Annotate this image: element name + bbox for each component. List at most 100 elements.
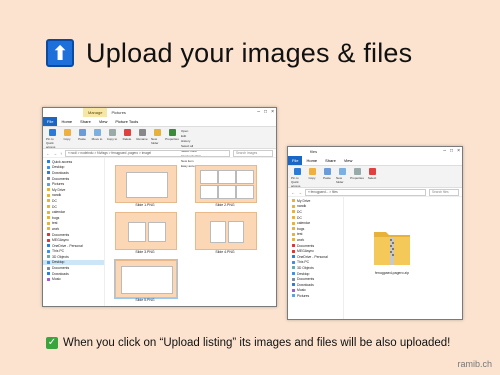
ribbon-button[interactable]: Pin to Quick access	[291, 168, 303, 188]
ribbon-button-label: Copy to	[106, 137, 118, 141]
page-title: Upload your images & files	[86, 37, 413, 68]
thumbnail-caption: Slide 5.PNG	[135, 298, 155, 302]
back-icon[interactable]: ←	[46, 151, 50, 156]
navigation-pane: My Drive nandk DC DC calendar bugs test work Doc…	[288, 196, 344, 319]
image-thumbnail[interactable]	[115, 212, 177, 250]
explorer-window-images: Manage Pictures – □ × File Home Share View Pic…	[42, 107, 277, 307]
ribbon-icon	[153, 129, 161, 136]
address-input[interactable]: « fenugpaed... > files	[305, 188, 426, 196]
sidebar-item-label: Desktop	[52, 165, 65, 170]
ribbon-button[interactable]: Properties	[165, 129, 179, 141]
minimize-icon[interactable]: –	[443, 147, 446, 156]
sidebar-item-label: MEGAsync	[52, 238, 69, 243]
folder-icon	[47, 188, 50, 192]
ribbon-small-item[interactable]: Open	[181, 129, 201, 133]
ribbon-button[interactable]: Properties	[350, 168, 364, 180]
ribbon-small-item[interactable]: History	[181, 139, 201, 143]
sidebar-item[interactable]: Pictures	[288, 293, 343, 299]
image-thumbnail[interactable]	[115, 165, 177, 203]
ribbon-small-item[interactable]: Edit	[181, 134, 201, 138]
sidebar-item-label: DC	[52, 204, 57, 209]
sidebar-item-label: Documents	[52, 176, 70, 181]
tab-share[interactable]: Share	[321, 158, 340, 163]
folder-icon	[292, 204, 295, 208]
window-title: files	[310, 149, 318, 154]
context-tab-manage[interactable]: Manage	[83, 108, 108, 117]
ribbon-button[interactable]: Delete	[121, 129, 133, 141]
ribbon-button[interactable]: Copy	[61, 129, 73, 141]
folder-icon	[292, 283, 295, 287]
folder-icon	[47, 193, 50, 197]
ribbon-icon	[338, 168, 346, 175]
zip-folder-icon[interactable]	[372, 226, 412, 268]
tab-share[interactable]: Share	[76, 119, 95, 124]
close-icon[interactable]: ×	[457, 147, 460, 156]
folder-icon	[47, 266, 50, 270]
ribbon-small-item[interactable]: Select all	[181, 144, 201, 148]
image-thumbnail[interactable]	[195, 165, 257, 203]
ribbon-button-label: Copy	[63, 137, 71, 141]
window-controls[interactable]: – □ ×	[257, 108, 274, 117]
ribbon-icon	[78, 129, 86, 136]
maximize-icon[interactable]: □	[450, 147, 453, 156]
ribbon-button[interactable]: Rename	[136, 129, 148, 141]
sidebar-item[interactable]: Music	[43, 276, 104, 282]
tab-file[interactable]: File	[288, 156, 303, 165]
sidebar-item-label: bugs	[52, 215, 60, 220]
tab-file[interactable]: File	[43, 117, 58, 126]
file-view: Slide 1.PNG Slide 2.PNG Slide 3.PNG Slide 4…	[107, 157, 276, 306]
folder-icon	[292, 260, 295, 264]
ribbon-button[interactable]: New folder	[336, 168, 348, 184]
ribbon-button[interactable]: Copy	[306, 168, 318, 180]
ribbon-button[interactable]: Select	[366, 168, 378, 180]
ribbon-icon	[138, 129, 146, 136]
tab-home[interactable]: Home	[302, 158, 321, 163]
title-bar: files – □ ×	[288, 147, 462, 156]
tab-picture-tools[interactable]: Picture Tools	[111, 119, 142, 124]
ribbon-button[interactable]: New folder	[151, 129, 163, 145]
ribbon-icon	[123, 129, 131, 136]
forward-icon[interactable]: →	[298, 190, 302, 195]
slide-preview	[200, 170, 218, 184]
sidebar-item-label: Documents	[297, 277, 315, 282]
window-controls[interactable]: – □ ×	[443, 147, 460, 156]
back-icon[interactable]: ←	[291, 190, 295, 195]
tab-view[interactable]: View	[340, 158, 357, 163]
ribbon-button[interactable]: Paste	[76, 129, 88, 141]
file-view: fenugpaed-pagero.zip	[346, 196, 462, 319]
ribbon-button[interactable]: Paste	[321, 168, 333, 180]
image-thumbnail[interactable]	[114, 259, 178, 299]
slide-preview	[128, 222, 146, 242]
ribbon-button-label: Properties	[165, 137, 179, 141]
forward-icon[interactable]: →	[53, 151, 57, 156]
search-input[interactable]: Search files	[429, 188, 459, 196]
maximize-icon[interactable]: □	[264, 108, 267, 117]
slide-preview	[200, 185, 218, 199]
folder-icon	[47, 233, 50, 237]
close-icon[interactable]: ×	[271, 108, 274, 117]
slide-preview	[210, 221, 226, 243]
slide-preview	[218, 170, 236, 184]
zip-file-name[interactable]: fenugpaed-pagero.zip	[362, 271, 422, 275]
ribbon-button[interactable]: Pin to Quick access	[46, 129, 58, 149]
address-input[interactable]: « nodi > nodeindu > f4vlisgs > fenugpaed…	[65, 149, 230, 157]
ribbon-button[interactable]: Copy to	[106, 129, 118, 141]
image-thumbnail[interactable]	[195, 212, 257, 250]
ribbon-button[interactable]: Move to	[91, 129, 103, 141]
ribbon-icon	[293, 168, 301, 175]
sidebar-item-label: My Drive	[297, 198, 311, 203]
ribbon-button-label: Pin to Quick access	[291, 176, 301, 188]
folder-icon	[292, 255, 295, 259]
thumbnail-caption: Slide 4.PNG	[215, 250, 235, 254]
sidebar-item-label: OneDrive - Personal	[297, 254, 328, 259]
window-title: Pictures	[111, 110, 126, 115]
folder-icon	[47, 160, 50, 164]
tab-view[interactable]: View	[95, 119, 112, 124]
search-input[interactable]: Search images	[233, 149, 273, 157]
tab-home[interactable]: Home	[57, 119, 76, 124]
minimize-icon[interactable]: –	[257, 108, 260, 117]
ribbon-tabs: File Home Share View	[288, 156, 462, 166]
up-icon[interactable]: ↑	[60, 151, 62, 156]
folder-icon	[47, 177, 50, 181]
sidebar-item-label: calendar	[52, 210, 66, 215]
